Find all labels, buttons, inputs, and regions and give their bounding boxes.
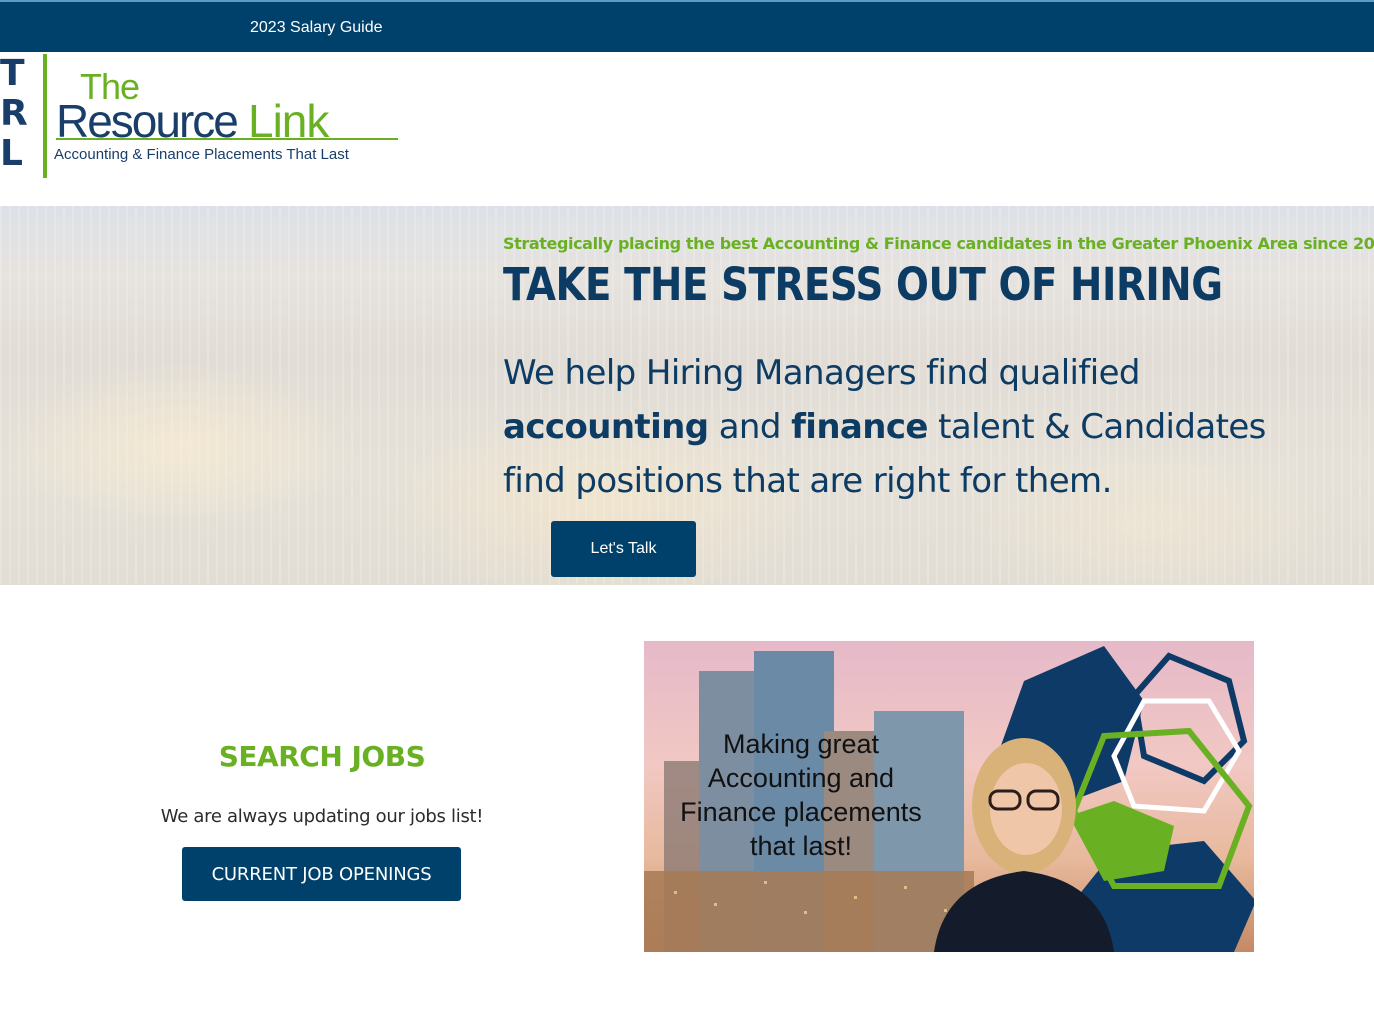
hero-body-part: and — [708, 407, 792, 447]
logo-mark-letter: R — [0, 93, 28, 134]
promo-caption: Making great Accounting and Finance plac… — [680, 729, 922, 861]
logo-mark-letter: T — [0, 53, 25, 94]
hero-headline: TAKE THE STRESS OUT OF HIRING — [503, 258, 1223, 311]
hero-banner: Strategically placing the best Accountin… — [0, 206, 1374, 585]
hero-body-emphasis: finance — [791, 407, 928, 447]
lets-talk-button[interactable]: Let's Talk — [551, 521, 696, 577]
logo-divider — [43, 54, 47, 178]
site-logo[interactable]: T R L The Resource Link Accounting & Fin… — [0, 54, 420, 180]
hero-body-part: We help Hiring Managers find qualified — [503, 353, 1141, 393]
logo-tagline: Accounting & Finance Placements That Las… — [54, 146, 349, 163]
promo-video-thumbnail[interactable]: Making great Accounting and Finance plac… — [644, 641, 1254, 952]
hero-strapline: Strategically placing the best Accountin… — [503, 234, 1374, 253]
current-job-openings-button[interactable]: CURRENT JOB OPENINGS — [182, 847, 461, 901]
hero-body-text: We help Hiring Managers find qualified a… — [503, 346, 1303, 508]
nav-link-salary-guide[interactable]: 2023 Salary Guide — [250, 19, 383, 37]
search-jobs-subtitle: We are always updating our jobs list! — [160, 806, 484, 827]
hero-body-emphasis: accounting — [503, 407, 709, 447]
logo-underline — [56, 138, 398, 140]
top-nav-bar: 2023 Salary Guide — [0, 0, 1374, 52]
search-jobs-title: SEARCH JOBS — [218, 740, 426, 773]
logo-mark-letter: L — [0, 133, 23, 174]
logo-mark: T R L — [0, 54, 40, 174]
